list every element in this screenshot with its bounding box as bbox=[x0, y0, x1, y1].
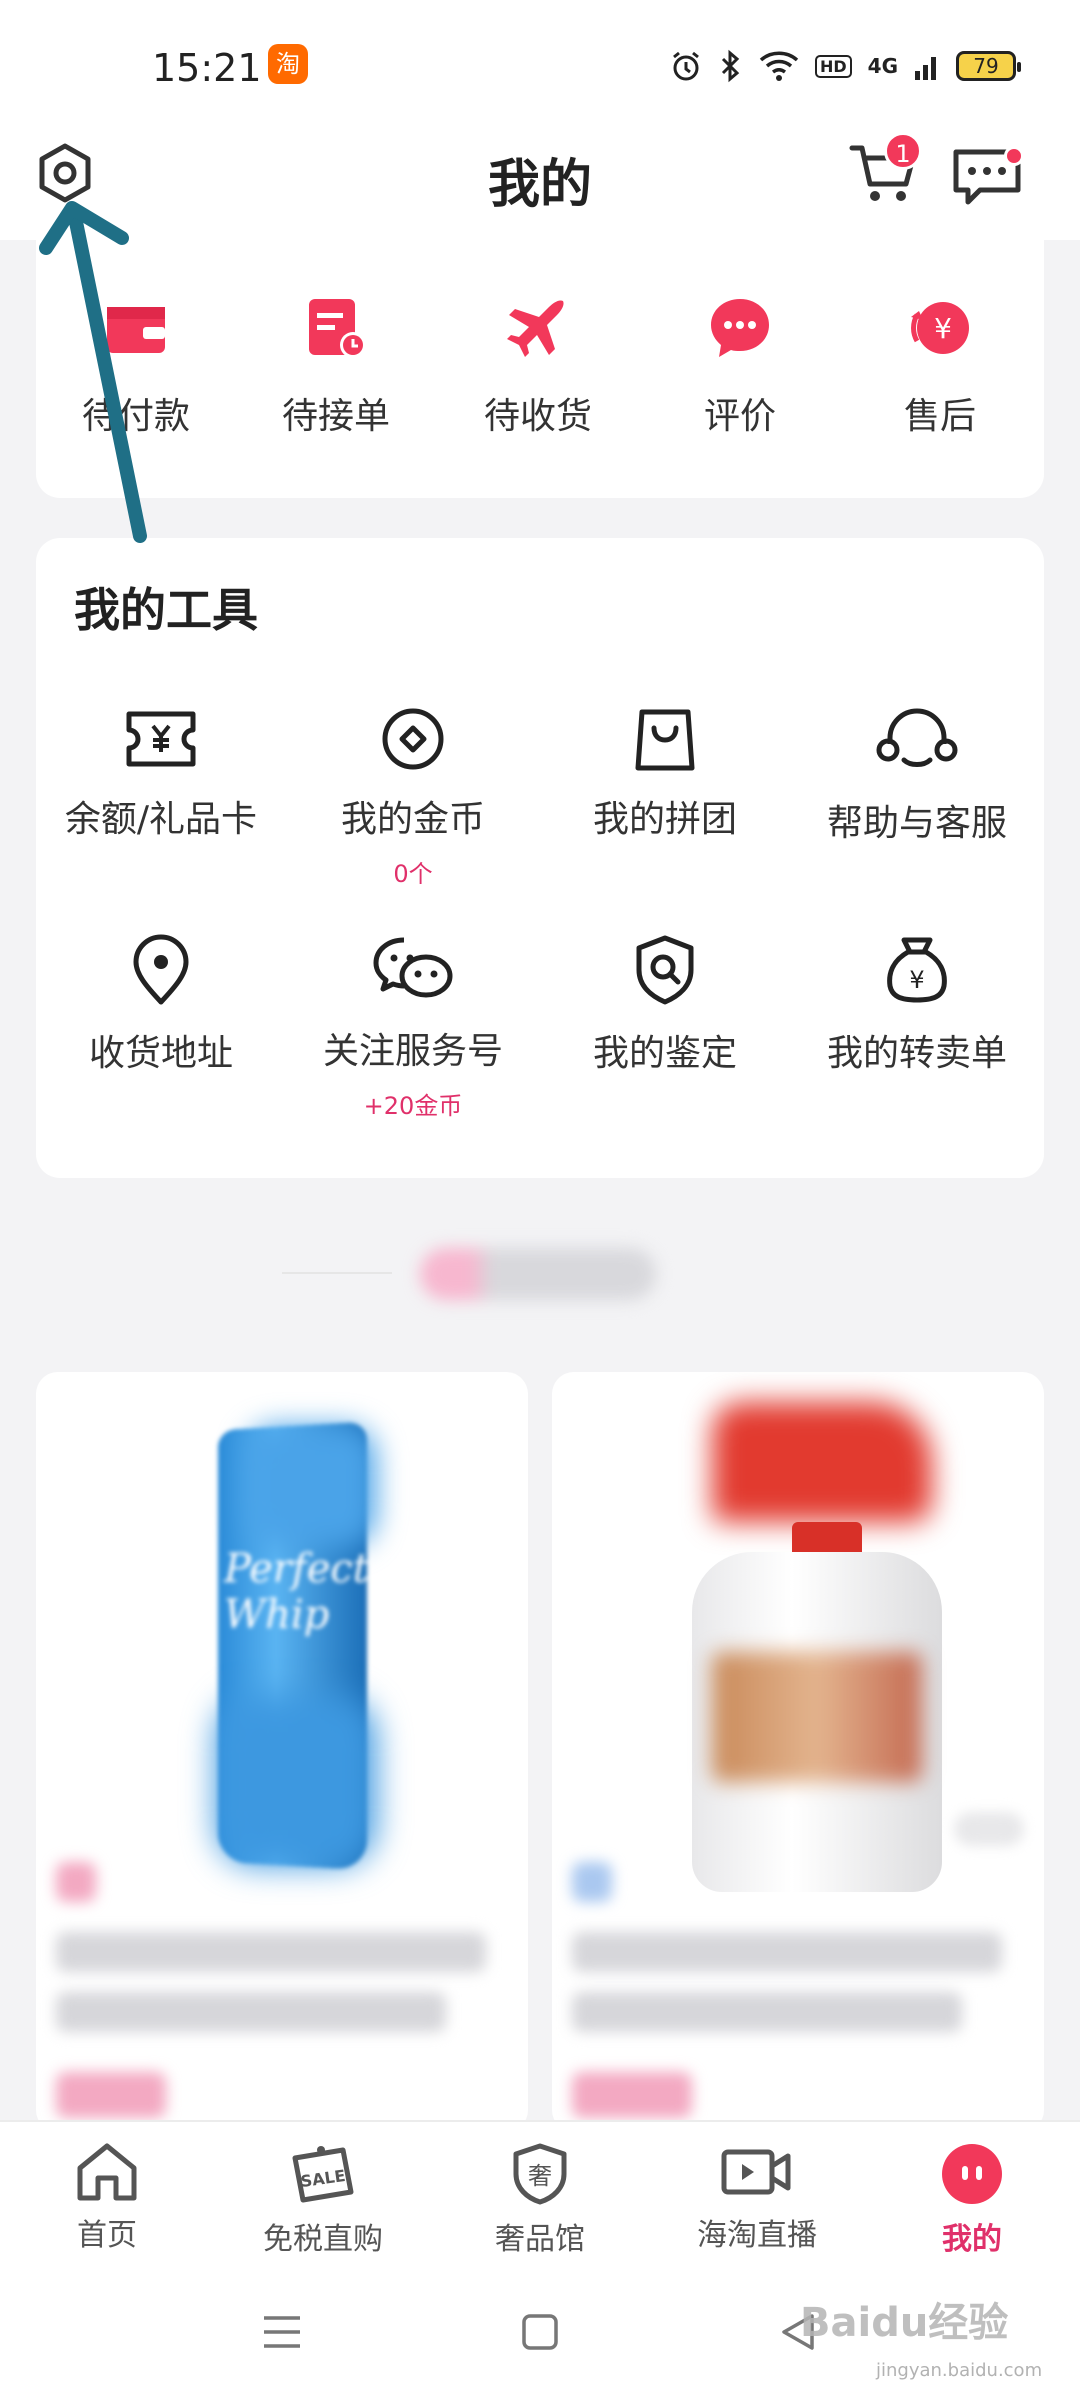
recommend-header-blurred bbox=[420, 1248, 656, 1300]
shield-search-icon bbox=[636, 935, 694, 1005]
recommend-divider bbox=[282, 1272, 392, 1274]
svg-text:¥: ¥ bbox=[934, 312, 952, 345]
order-status-card: 待付款 待接单 待收货 评价 ¥ 售后 bbox=[36, 240, 1044, 498]
tab-label: 奢品馆 bbox=[495, 2222, 585, 2257]
order-clock-icon bbox=[309, 299, 366, 358]
signal-icon bbox=[915, 57, 936, 80]
follow-reward: +20金币 bbox=[363, 1092, 463, 1120]
order-pending-receive[interactable]: 待收货 bbox=[438, 295, 638, 439]
product-title-blurred bbox=[56, 1992, 446, 2032]
bluetooth-icon bbox=[721, 49, 740, 83]
order-label: 待收货 bbox=[483, 396, 592, 437]
comment-icon bbox=[711, 299, 769, 357]
baidu-watermark: Baidu经验 jingyan.baidu.com bbox=[800, 2290, 1050, 2390]
tab-label: 首页 bbox=[77, 2218, 137, 2253]
product-card[interactable] bbox=[552, 1372, 1044, 2132]
order-label: 评价 bbox=[703, 396, 776, 437]
tool-authentication[interactable]: 我的鉴定 bbox=[545, 934, 785, 1076]
wechat-icon bbox=[373, 937, 453, 998]
tool-my-coins[interactable]: 我的金币 0个 bbox=[293, 706, 533, 889]
top-bar: 15:21 淘 HD 4G 79 我的 1 bbox=[0, 0, 1080, 240]
tool-balance-gift-card[interactable]: 余额/礼品卡 bbox=[41, 706, 281, 842]
product-title-blurred bbox=[56, 1932, 486, 1972]
message-unread-dot bbox=[1004, 146, 1024, 166]
tool-shipping-address[interactable]: 收货地址 bbox=[41, 934, 281, 1076]
svg-text:¥: ¥ bbox=[909, 966, 924, 994]
cart-badge: 1 bbox=[884, 132, 922, 170]
product-card[interactable]: Perfect Whip bbox=[36, 1372, 528, 2132]
tool-label: 我的转卖单 bbox=[826, 1033, 1007, 1074]
bag-icon bbox=[635, 709, 695, 771]
network-indicator: 4G bbox=[867, 54, 898, 78]
money-bag-icon: ¥ bbox=[887, 937, 947, 1003]
order-review[interactable]: 评价 bbox=[640, 295, 840, 439]
watermark-url: jingyan.baidu.com bbox=[876, 2360, 1043, 2381]
alarm-icon bbox=[673, 51, 699, 81]
product-image bbox=[692, 1402, 942, 1892]
tool-label: 我的拼团 bbox=[592, 799, 737, 840]
order-pending-payment[interactable]: 待付款 bbox=[36, 295, 236, 439]
tools-title: 我的工具 bbox=[74, 583, 258, 637]
sale-glyph: SALE bbox=[299, 2166, 346, 2191]
tool-group-buy[interactable]: 我的拼团 bbox=[545, 706, 785, 842]
tool-label: 我的金币 bbox=[340, 799, 485, 840]
home-square-icon[interactable] bbox=[520, 2312, 560, 2352]
product-title-blurred bbox=[572, 1932, 1002, 1972]
shop-badge-blurred bbox=[572, 1862, 612, 1902]
hd-indicator: HD bbox=[814, 54, 852, 78]
order-label: 待接单 bbox=[281, 396, 390, 437]
image-tag-blurred bbox=[954, 1812, 1024, 1846]
luxury-shield-icon: 奢 bbox=[513, 2143, 567, 2205]
tool-label: 我的鉴定 bbox=[592, 1033, 737, 1074]
product-title-blurred bbox=[572, 1992, 962, 2032]
tool-label: 收货地址 bbox=[88, 1033, 233, 1074]
product-price-blurred bbox=[56, 2072, 166, 2118]
status-time: 15:21 bbox=[152, 46, 262, 90]
location-icon bbox=[133, 934, 189, 1005]
tab-mine[interactable]: 我的 bbox=[882, 2142, 1062, 2258]
order-pending-accept[interactable]: 待接单 bbox=[236, 295, 436, 439]
product-image: Perfect Whip bbox=[196, 1421, 376, 1876]
shop-badge-blurred bbox=[56, 1862, 96, 1902]
tab-live[interactable]: 海淘直播 bbox=[667, 2142, 847, 2254]
coin-count: 0个 bbox=[393, 860, 433, 888]
home-icon bbox=[77, 2143, 137, 2201]
product-price-blurred bbox=[572, 2072, 692, 2118]
status-bar: 15:21 淘 HD 4G 79 bbox=[0, 40, 1080, 100]
battery-indicator: 79 bbox=[956, 51, 1021, 81]
watermark-brand: Baidu经验 bbox=[800, 2300, 1009, 2346]
taobao-app-icon: 淘 bbox=[268, 44, 308, 84]
wifi-icon bbox=[759, 51, 799, 81]
live-video-icon bbox=[721, 2149, 791, 2195]
headset-icon bbox=[876, 708, 958, 767]
tool-follow-account[interactable]: 关注服务号 +20金币 bbox=[293, 934, 533, 1121]
my-tools-card: 我的工具 余额/礼品卡 我的金币 0个 我的拼团 帮助与客服 收货地址 关注服务… bbox=[36, 538, 1044, 1178]
tab-label: 我的 bbox=[942, 2222, 1002, 2257]
status-indicators: HD 4G 79 bbox=[669, 44, 1021, 88]
airplane-icon bbox=[507, 300, 564, 357]
product-image-text: Perfect Whip bbox=[224, 1546, 369, 1638]
after-sale-icon: ¥ bbox=[911, 302, 969, 354]
tool-resale-orders[interactable]: ¥ 我的转卖单 bbox=[797, 934, 1037, 1076]
tab-label: 免税直购 bbox=[263, 2222, 383, 2257]
ticket-icon bbox=[126, 711, 196, 767]
order-label: 待付款 bbox=[81, 396, 190, 437]
luxury-glyph: 奢 bbox=[528, 2162, 552, 2190]
bottom-tab-bar: 首页 SALE 免税直购 奢 奢品馆 海淘直播 我的 bbox=[0, 2120, 1080, 2270]
profile-icon bbox=[942, 2144, 1002, 2204]
tab-duty-free[interactable]: SALE 免税直购 bbox=[233, 2142, 413, 2258]
wallet-icon bbox=[107, 307, 165, 353]
tool-label: 帮助与客服 bbox=[826, 803, 1007, 844]
menu-icon[interactable] bbox=[262, 2312, 302, 2352]
coin-icon bbox=[382, 708, 444, 770]
tool-help-service[interactable]: 帮助与客服 bbox=[797, 706, 1037, 846]
tab-luxury[interactable]: 奢 奢品馆 bbox=[450, 2142, 630, 2258]
tab-label: 海淘直播 bbox=[697, 2218, 817, 2253]
tab-home[interactable]: 首页 bbox=[17, 2142, 197, 2254]
sale-tag-icon: SALE bbox=[292, 2146, 354, 2203]
tool-label: 余额/礼品卡 bbox=[64, 799, 258, 840]
order-after-sale[interactable]: ¥ 售后 bbox=[840, 295, 1040, 439]
tool-label: 关注服务号 bbox=[322, 1031, 503, 1072]
order-label: 售后 bbox=[903, 396, 976, 437]
